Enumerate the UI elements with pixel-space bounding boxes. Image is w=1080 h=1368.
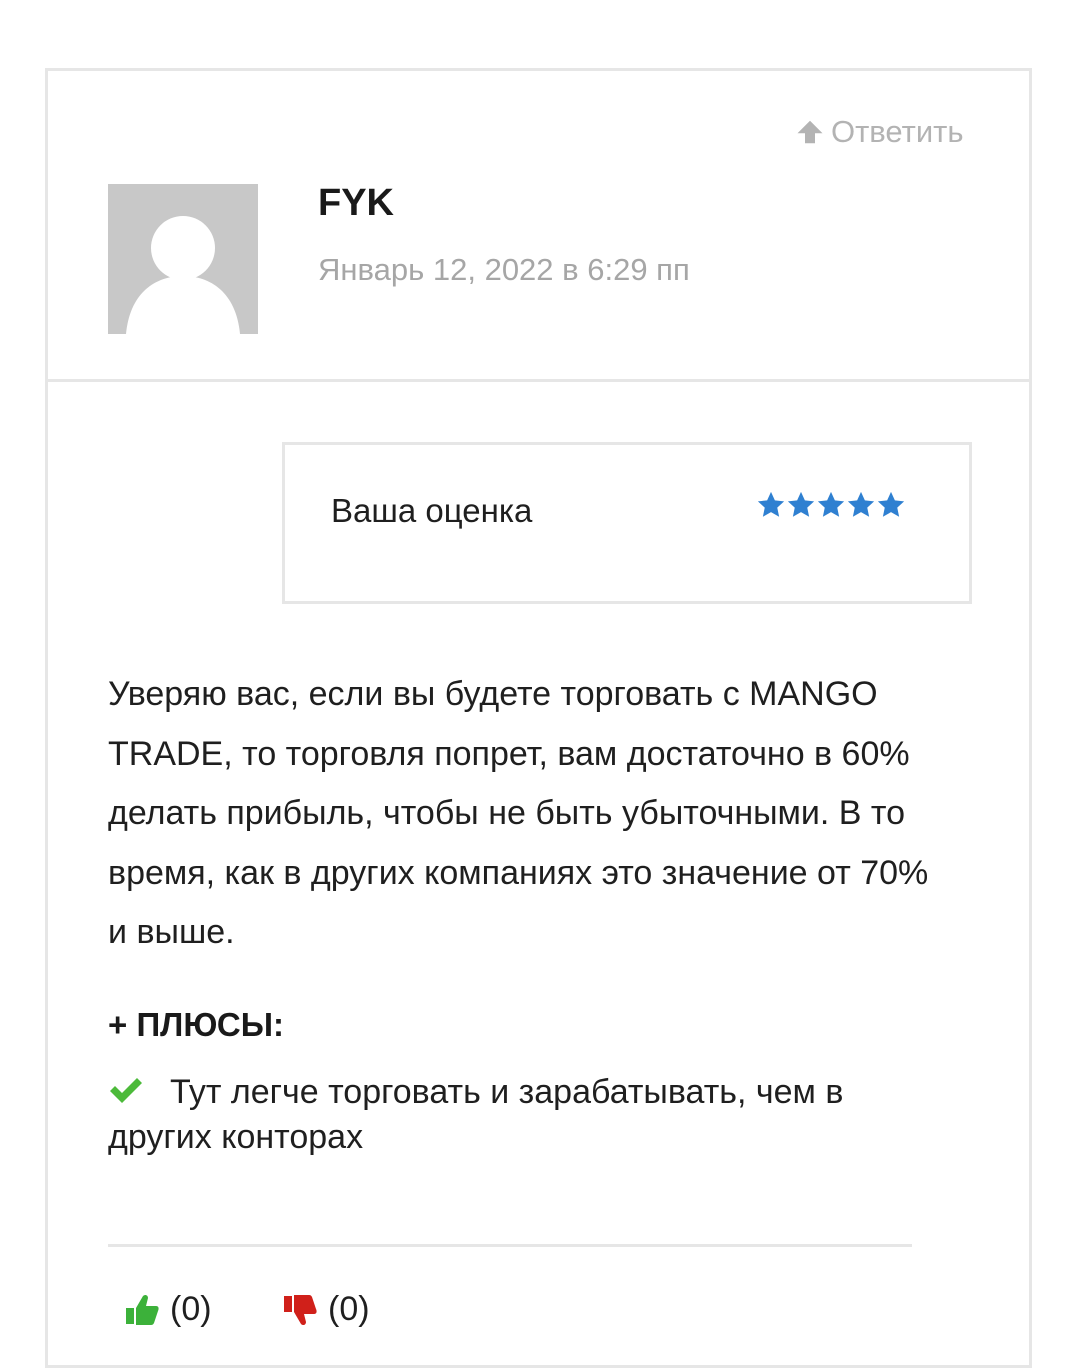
rating-stars xyxy=(756,490,906,520)
avatar xyxy=(108,184,258,334)
user-placeholder-icon xyxy=(126,216,240,334)
star-icon xyxy=(757,491,785,517)
star-icon xyxy=(817,491,845,517)
like-count: (0) xyxy=(170,1290,212,1328)
rating-label: Ваша оценка xyxy=(331,492,533,529)
header-divider xyxy=(48,379,1032,382)
star-icon xyxy=(847,491,875,517)
dislike-count: (0) xyxy=(328,1290,370,1328)
star-icon xyxy=(787,491,815,517)
pros-item: Тут легче торговать и зарабатывать, чем … xyxy=(108,1070,938,1160)
thumbs-down-icon xyxy=(284,1294,317,1325)
check-icon xyxy=(110,1078,142,1104)
dislike-button[interactable]: (0) xyxy=(282,1290,370,1329)
footer-divider xyxy=(108,1244,912,1247)
arrow-up-icon xyxy=(797,120,823,144)
pros-title: + ПЛЮСЫ: xyxy=(108,1006,285,1043)
thumbs-up-icon xyxy=(126,1294,159,1325)
pros-item-text: Тут легче торговать и зарабатывать, чем … xyxy=(108,1073,844,1156)
author-name: FYK xyxy=(318,182,394,224)
comment-body: Уверяю вас, если вы будете торговать с M… xyxy=(108,675,929,951)
comment-date: Январь 12, 2022 в 6:29 пп xyxy=(318,252,690,287)
like-button[interactable]: (0) xyxy=(124,1290,212,1329)
reply-label: Ответить xyxy=(831,114,964,149)
star-icon xyxy=(877,491,905,517)
reply-link[interactable]: Ответить xyxy=(795,114,964,150)
